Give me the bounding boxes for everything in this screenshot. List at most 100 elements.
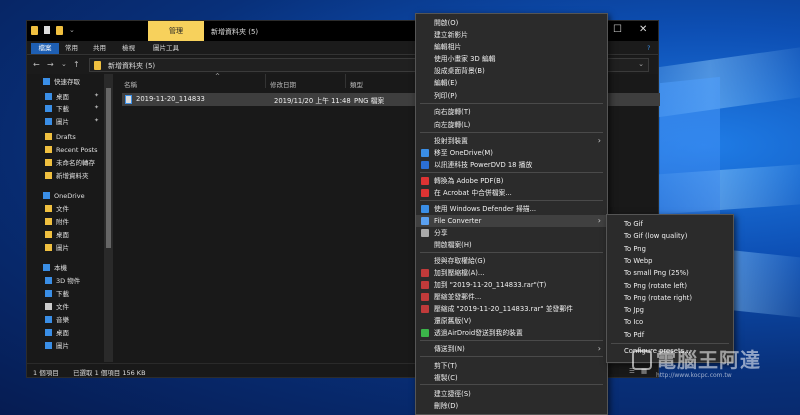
- sidebar-item[interactable]: 下載: [45, 104, 69, 115]
- sidebar-item[interactable]: Drafts: [45, 132, 76, 143]
- context-menu-label: 以訊連科技 PowerDVD 18 播放: [434, 161, 533, 169]
- sidebar-item[interactable]: Recent Posts: [45, 145, 98, 156]
- sidebar-item[interactable]: 快速存取: [43, 77, 80, 88]
- sidebar-item[interactable]: 圖片: [45, 341, 69, 352]
- context-menu-item[interactable]: 建立捷徑(S): [416, 388, 607, 400]
- new-folder-icon[interactable]: [56, 26, 63, 35]
- file-converter-option[interactable]: To Pdf: [607, 329, 733, 341]
- context-menu-item[interactable]: 傳送到(N) ›: [416, 343, 607, 355]
- context-menu-item[interactable]: 編輯(E): [416, 77, 607, 89]
- pin-icon[interactable]: ✦: [94, 92, 99, 99]
- context-menu-item[interactable]: 開啟檔案(H): [416, 239, 607, 251]
- context-menu-item[interactable]: 授與存取權給(G): [416, 255, 607, 267]
- folder-icon: [31, 26, 38, 35]
- sidebar-item[interactable]: 圖片: [45, 243, 69, 254]
- context-menu-item[interactable]: 使用小畫家 3D 編輯: [416, 53, 607, 65]
- context-menu-item[interactable]: 設成桌面背景(B): [416, 65, 607, 77]
- context-menu-label: 刪除(D): [434, 402, 459, 410]
- context-menu-item[interactable]: 向左旋轉(L): [416, 119, 607, 131]
- file-converter-option[interactable]: To Png (rotate right): [607, 292, 733, 304]
- file-converter-option[interactable]: To Jpg: [607, 304, 733, 316]
- folder-icon: [45, 146, 52, 153]
- context-menu-item[interactable]: 在 Acrobat 中合併檔案...: [416, 187, 607, 199]
- file-converter-option[interactable]: To Webp: [607, 255, 733, 267]
- sidebar-item[interactable]: OneDrive: [43, 191, 85, 202]
- context-menu-item[interactable]: 轉換為 Adobe PDF(B): [416, 175, 607, 187]
- context-menu-item[interactable]: 壓縮並發郵件...: [416, 291, 607, 303]
- sidebar-item[interactable]: 未命名的轉存: [45, 158, 95, 169]
- navigation-pane: 快速存取桌面 ✦ 下載 ✦ 圖片 ✦ Drafts Recent Posts 未命名的轉存 新增資…: [27, 74, 113, 362]
- sidebar-item[interactable]: 桌面: [45, 230, 69, 241]
- help-icon[interactable]: ?: [647, 43, 650, 54]
- context-menu-item[interactable]: 分享: [416, 227, 607, 239]
- sidebar-item-label: 桌面: [56, 329, 69, 337]
- context-menu-item[interactable]: 列印(P): [416, 90, 607, 102]
- sidebar-scrollbar[interactable]: [104, 74, 113, 362]
- tab-home[interactable]: 常用: [65, 43, 78, 54]
- context-menu-item[interactable]: 編輯相片: [416, 41, 607, 53]
- context-menu-item[interactable]: 刪除(D): [416, 400, 607, 412]
- context-menu-item[interactable]: 以訊連科技 PowerDVD 18 播放: [416, 159, 607, 171]
- file-converter-option[interactable]: To Gif: [607, 218, 733, 230]
- tab-view[interactable]: 檢視: [122, 43, 135, 54]
- tab-file[interactable]: 檔案: [31, 43, 59, 54]
- context-menu-item[interactable]: 加到 "2019-11-20_114833.rar"(T): [416, 279, 607, 291]
- properties-icon[interactable]: [44, 26, 50, 34]
- menu-separator: [420, 172, 603, 173]
- context-menu-label: 壓縮成 "2019-11-20_114833.rar" 並發郵件: [434, 305, 573, 313]
- sidebar-item[interactable]: 文件: [45, 302, 69, 313]
- context-menu-item[interactable]: 透過AirDroid發送到我的裝置: [416, 327, 607, 339]
- context-menu-item[interactable]: 還原舊版(V): [416, 315, 607, 327]
- context-menu-item[interactable]: 使用 Windows Defender 掃描...: [416, 203, 607, 215]
- context-menu-item[interactable]: 壓縮成 "2019-11-20_114833.rar" 並發郵件: [416, 303, 607, 315]
- context-menu-item[interactable]: File Converter ›: [416, 215, 607, 227]
- maximize-button[interactable]: ☐: [613, 25, 622, 35]
- up-icon[interactable]: ↑: [73, 60, 80, 69]
- winrar-icon: [421, 281, 429, 289]
- file-converter-option[interactable]: To Png (rotate left): [607, 280, 733, 292]
- sidebar-item[interactable]: 新增資料夾: [45, 171, 89, 182]
- recent-locations-icon[interactable]: ⌄: [61, 60, 67, 68]
- column-type[interactable]: 類型: [350, 79, 363, 89]
- scrollbar-thumb[interactable]: [106, 88, 111, 248]
- onedrive-icon: [421, 149, 429, 157]
- address-dropdown-icon[interactable]: ⌄: [638, 60, 644, 68]
- context-menu-item[interactable]: 開啟(O): [416, 17, 607, 29]
- forward-icon[interactable]: →: [47, 60, 54, 69]
- context-menu-item[interactable]: 投射到裝置 ›: [416, 135, 607, 147]
- sidebar-item[interactable]: 桌面: [45, 92, 69, 103]
- context-menu-item[interactable]: 複製(C): [416, 372, 607, 384]
- folder-icon: [45, 133, 52, 140]
- sidebar-item[interactable]: 圖片: [45, 117, 69, 128]
- context-menu-item[interactable]: 剪下(T): [416, 360, 607, 372]
- pin-icon[interactable]: ✦: [94, 117, 99, 124]
- sidebar-item[interactable]: 本機: [43, 263, 67, 274]
- context-menu-item[interactable]: 加到壓縮檔(A)...: [416, 267, 607, 279]
- file-converter-option[interactable]: To Ico: [607, 316, 733, 328]
- tab-share[interactable]: 共用: [93, 43, 106, 54]
- pin-icon[interactable]: ✦: [94, 104, 99, 111]
- address-text: 新增資料夾 (5): [108, 62, 156, 70]
- context-menu-item[interactable]: 建立新影片: [416, 29, 607, 41]
- sidebar-item-label: 圖片: [56, 244, 69, 252]
- sidebar-item[interactable]: 文件: [45, 204, 69, 215]
- context-menu-label: 向右旋轉(T): [434, 108, 471, 116]
- column-name[interactable]: 名稱: [124, 79, 137, 89]
- file-converter-option[interactable]: To small Png (25%): [607, 267, 733, 279]
- tab-manage[interactable]: 管理: [148, 21, 204, 41]
- context-menu-item[interactable]: 移至 OneDrive(M): [416, 147, 607, 159]
- file-converter-option[interactable]: To Png: [607, 243, 733, 255]
- close-button[interactable]: ✕: [639, 25, 647, 35]
- quick-access-dropdown-icon[interactable]: ⌄: [69, 26, 75, 35]
- sidebar-item[interactable]: 音樂: [45, 315, 69, 326]
- menu-separator: [420, 384, 603, 385]
- context-menu-item[interactable]: 向右旋轉(T): [416, 106, 607, 118]
- sidebar-item[interactable]: 附件: [45, 217, 69, 228]
- back-icon[interactable]: ←: [33, 60, 40, 69]
- sidebar-item[interactable]: 3D 物件: [45, 276, 80, 287]
- column-date[interactable]: 修改日期: [270, 79, 296, 89]
- file-converter-option[interactable]: To Gif (low quality): [607, 230, 733, 242]
- sidebar-item[interactable]: 桌面: [45, 328, 69, 339]
- tab-picture-tools[interactable]: 圖片工具: [153, 43, 179, 54]
- sidebar-item[interactable]: 下載: [45, 289, 69, 300]
